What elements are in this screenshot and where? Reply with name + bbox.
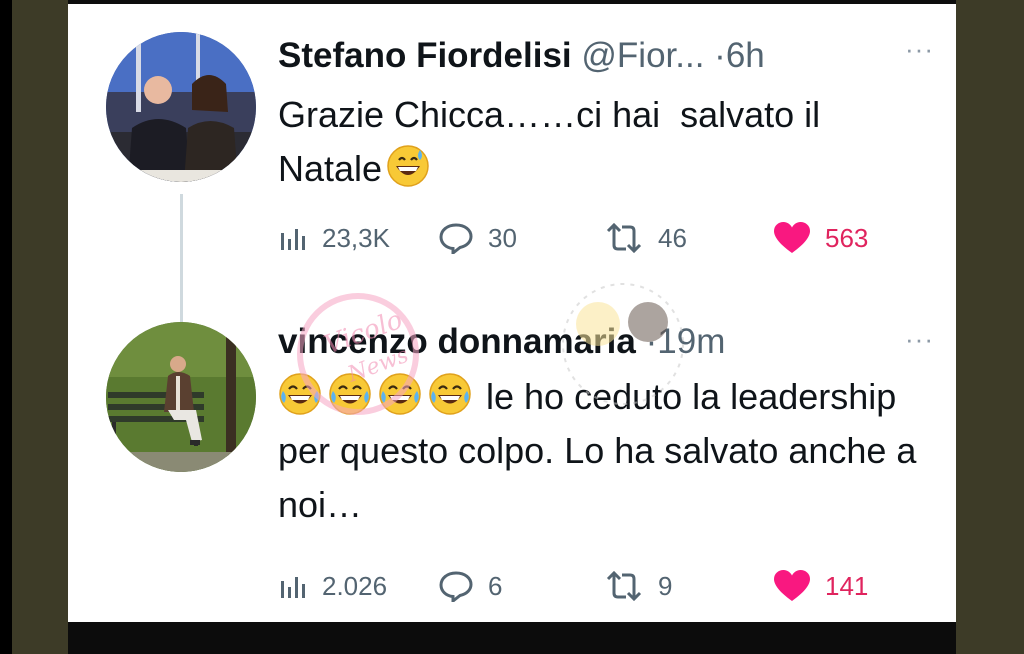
views-action[interactable]: 2.026 bbox=[278, 566, 387, 606]
tweet-stefano[interactable]: Stefano Fiordelisi @Fior... ·6h ··· Graz… bbox=[68, 28, 956, 334]
frame-right-border bbox=[956, 0, 1024, 654]
views-count: 2.026 bbox=[322, 570, 388, 601]
frame-left-edge bbox=[0, 0, 12, 654]
tweet-header: vincenzo donnamaria ·19m bbox=[278, 320, 725, 364]
retweet-count: 46 bbox=[658, 222, 687, 253]
reply-action[interactable]: 6 bbox=[438, 566, 502, 606]
thread-connector-line bbox=[180, 194, 183, 334]
retweet-icon bbox=[606, 571, 642, 601]
avatar-man-on-bench-photo bbox=[106, 322, 256, 472]
tweet-thread-card: Stefano Fiordelisi @Fior... ·6h ··· Graz… bbox=[68, 0, 956, 622]
like-action[interactable]: 563 bbox=[773, 218, 868, 258]
like-action[interactable]: 141 bbox=[773, 566, 868, 606]
tweet-text: le ho ceduto la leadership per questo co… bbox=[278, 370, 928, 532]
tweet-vincenzo[interactable]: vincenzo donnamaria ·19m ··· le ho cedut… bbox=[68, 318, 956, 618]
tweet-action-bar: 23,3K 30 46 563 bbox=[278, 218, 938, 258]
retweet-icon bbox=[606, 223, 642, 253]
views-bar-chart-icon bbox=[281, 577, 305, 598]
tweet-action-bar: 2.026 6 9 141 bbox=[278, 566, 938, 606]
timestamp[interactable]: 19m bbox=[657, 322, 725, 361]
display-name[interactable]: vincenzo donnamaria bbox=[278, 322, 636, 361]
display-name[interactable]: Stefano Fiordelisi bbox=[278, 36, 572, 75]
frame-bottom-bar bbox=[68, 622, 956, 654]
views-count: 23,3K bbox=[322, 222, 390, 253]
user-handle[interactable]: @Fior... bbox=[581, 36, 704, 75]
tweet-text: Grazie Chicca……ci hai salvato il Natale bbox=[278, 88, 928, 196]
more-options-icon[interactable]: ··· bbox=[905, 34, 934, 65]
heart-filled-icon bbox=[774, 222, 810, 253]
like-count: 141 bbox=[825, 570, 869, 601]
heart-filled-icon bbox=[774, 570, 810, 601]
reply-action[interactable]: 30 bbox=[438, 218, 517, 258]
separator-dot: · bbox=[714, 36, 726, 75]
separator-dot: · bbox=[645, 322, 658, 361]
more-options-icon[interactable]: ··· bbox=[905, 324, 934, 355]
joy-emoji bbox=[429, 373, 471, 415]
retweet-count: 9 bbox=[658, 570, 673, 601]
views-action[interactable]: 23,3K bbox=[278, 218, 390, 258]
joy-emoji bbox=[279, 373, 321, 415]
grinning-sweat-emoji bbox=[387, 145, 429, 187]
reply-count: 30 bbox=[488, 222, 517, 253]
tweet-header: Stefano Fiordelisi @Fior... ·6h bbox=[278, 34, 765, 78]
retweet-action[interactable]: 46 bbox=[604, 218, 687, 258]
avatar-vincenzo[interactable] bbox=[106, 322, 256, 472]
reply-bubble-icon bbox=[439, 571, 473, 602]
joy-emoji bbox=[379, 373, 421, 415]
reply-count: 6 bbox=[488, 570, 503, 601]
avatar-stefano[interactable] bbox=[106, 32, 256, 182]
frame-left-border bbox=[12, 0, 68, 654]
timestamp[interactable]: 6h bbox=[726, 36, 765, 75]
emoji-group bbox=[278, 373, 486, 417]
reply-bubble-icon bbox=[439, 223, 473, 254]
retweet-action[interactable]: 9 bbox=[604, 566, 672, 606]
tweet-body: Grazie Chicca……ci hai salvato il Natale bbox=[278, 94, 831, 189]
joy-emoji bbox=[329, 373, 371, 415]
avatar-couple-photo bbox=[106, 32, 256, 182]
views-bar-chart-icon bbox=[281, 229, 305, 250]
like-count: 563 bbox=[825, 222, 869, 253]
